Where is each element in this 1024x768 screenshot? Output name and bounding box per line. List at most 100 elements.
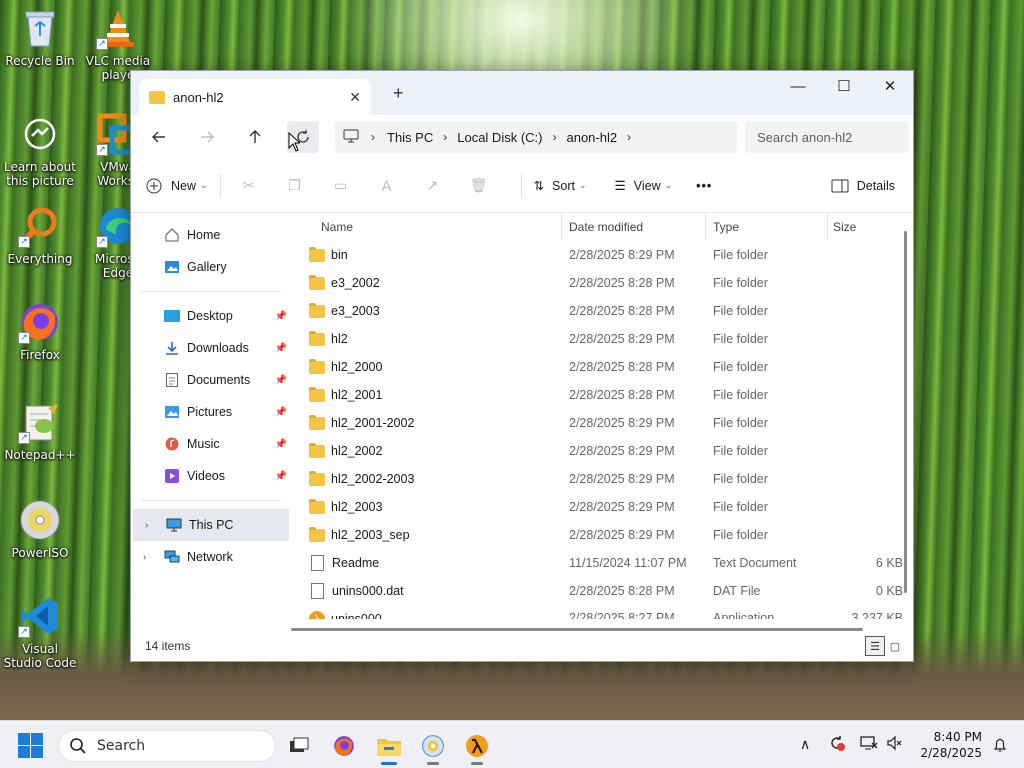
taskbar-half-life[interactable]	[460, 729, 494, 765]
copy-icon[interactable]: ❐	[279, 170, 311, 202]
tab-anon-hl2[interactable]: anon-hl2 ✕	[139, 79, 371, 115]
start-button[interactable]	[18, 733, 44, 759]
view-button[interactable]: ☰ View ⌄	[615, 170, 673, 202]
table-row[interactable]: hl2_2000 2/28/2025 8:28 PM File folder	[291, 353, 913, 381]
new-button[interactable]: New ⌄	[145, 170, 208, 202]
breadcrumb-anon-hl2[interactable]: anon-hl2	[566, 130, 617, 145]
taskbar-firefox[interactable]	[327, 729, 361, 763]
sidebar-item-network[interactable]: › Network	[131, 541, 291, 573]
column-divider[interactable]	[705, 213, 706, 241]
sidebar-item-this-pc[interactable]: › This PC	[133, 509, 289, 541]
file-date: 2/28/2025 8:27 PM	[569, 611, 675, 619]
delete-icon[interactable]: 🗑	[463, 170, 495, 202]
details-pane-button[interactable]: Details	[831, 170, 895, 202]
paste-icon[interactable]: ▭	[325, 170, 357, 202]
up-button[interactable]	[231, 121, 279, 153]
chevron-down-icon: ⌄	[578, 180, 587, 190]
sidebar-item-documents[interactable]: Documents 📌	[131, 364, 291, 396]
pin-icon[interactable]: 📌	[275, 343, 287, 354]
taskbar-file-explorer[interactable]	[372, 729, 406, 765]
desktop-icon-vscode[interactable]: ↗ Visual Studio Code	[2, 594, 78, 670]
breadcrumb-chevron-icon[interactable]: ›	[371, 130, 375, 144]
desktop-icon-poweriso[interactable]: PowerISO	[2, 498, 78, 560]
table-row[interactable]: unins000.dat 2/28/2025 8:28 PM DAT File …	[291, 577, 913, 605]
system-clock[interactable]: 8:40 PM 2/28/2025	[920, 729, 982, 761]
column-header-size[interactable]: Size	[833, 220, 856, 234]
table-row[interactable]: hl2_2002 2/28/2025 8:29 PM File folder	[291, 437, 913, 465]
desktop-icon-recycle-bin[interactable]: Recycle Bin	[2, 6, 78, 68]
volume-muted-icon[interactable]	[886, 735, 902, 755]
maximize-button[interactable]: ☐	[821, 71, 867, 101]
file-name: hl2_2000	[331, 360, 383, 374]
sync-alert-icon[interactable]	[828, 734, 846, 756]
more-options-button[interactable]: •••	[696, 170, 712, 202]
minimize-button[interactable]: —	[775, 71, 821, 101]
breadcrumb-local-disk[interactable]: Local Disk (C:)	[457, 130, 542, 145]
rename-icon[interactable]: Ａ	[371, 170, 403, 202]
music-icon	[163, 436, 181, 452]
chevron-up-icon[interactable]: ∧	[800, 737, 810, 753]
sidebar-item-home[interactable]: Home	[131, 219, 291, 251]
tab-close-icon[interactable]: ✕	[349, 89, 361, 106]
new-tab-button[interactable]: +	[393, 83, 404, 104]
sidebar-item-music[interactable]: Music 📌	[131, 428, 291, 460]
view-icon: ☰	[614, 179, 626, 193]
pin-icon[interactable]: 📌	[275, 471, 287, 482]
desktop-icon-firefox[interactable]: ↗ Firefox	[2, 300, 78, 362]
pin-icon[interactable]: 📌	[275, 375, 287, 386]
network-status-icon[interactable]	[860, 735, 878, 755]
vertical-scrollbar[interactable]	[904, 231, 907, 593]
details-view-icon[interactable]: ☰	[865, 636, 885, 656]
desktop-icon-learn-about-picture[interactable]: Learn about this picture	[2, 112, 78, 188]
back-button[interactable]	[135, 121, 183, 153]
sidebar-item-videos[interactable]: Videos 📌	[131, 460, 291, 492]
breadcrumb-chevron-icon[interactable]: ›	[627, 130, 631, 144]
share-icon[interactable]: ↗	[417, 170, 449, 202]
sidebar-item-label: Home	[187, 228, 221, 242]
sidebar-item-pictures[interactable]: Pictures 📌	[131, 396, 291, 428]
forward-button[interactable]	[183, 121, 231, 153]
column-header-type[interactable]: Type	[713, 220, 739, 234]
taskbar-poweriso[interactable]	[416, 729, 450, 765]
toolbar-divider	[219, 173, 221, 198]
table-row[interactable]: bin 2/28/2025 8:29 PM File folder	[291, 241, 913, 269]
sidebar-item-gallery[interactable]: Gallery	[131, 251, 291, 283]
desktop-icon-everything[interactable]: ↗ Everything	[2, 204, 78, 266]
sort-button[interactable]: ⇅ Sort ⌄	[534, 170, 587, 202]
address-bar[interactable]: › This PC › Local Disk (C:) › anon-hl2 ›	[335, 121, 737, 153]
pin-icon[interactable]: 📌	[275, 311, 287, 322]
taskbar-search[interactable]: Search	[58, 730, 276, 762]
table-row[interactable]: e3_2003 2/28/2025 8:28 PM File folder	[291, 297, 913, 325]
table-row[interactable]: hl2_2002-2003 2/28/2025 8:29 PM File fol…	[291, 465, 913, 493]
task-view-button[interactable]	[282, 729, 316, 763]
table-row[interactable]: hl2_2003 2/28/2025 8:29 PM File folder	[291, 493, 913, 521]
chevron-right-icon[interactable]: ›	[143, 552, 146, 563]
close-window-button[interactable]: ✕	[867, 71, 913, 101]
cut-icon[interactable]: ✂	[233, 170, 265, 202]
breadcrumb-chevron-icon[interactable]: ›	[552, 130, 556, 144]
pin-icon[interactable]: 📌	[275, 407, 287, 418]
column-divider[interactable]	[561, 213, 562, 241]
column-divider[interactable]	[827, 213, 828, 241]
table-row[interactable]: hl2_2001 2/28/2025 8:28 PM File folder	[291, 381, 913, 409]
notification-bell-icon[interactable]	[992, 737, 1008, 756]
sidebar-item-desktop[interactable]: Desktop 📌	[131, 300, 291, 332]
details-pane-icon	[831, 179, 849, 193]
tiles-view-icon[interactable]: ▢	[885, 636, 905, 656]
pin-icon[interactable]: 📌	[275, 439, 287, 450]
breadcrumb-chevron-icon[interactable]: ›	[443, 130, 447, 144]
table-row[interactable]: e3_2002 2/28/2025 8:28 PM File folder	[291, 269, 913, 297]
sidebar-item-downloads[interactable]: Downloads 📌	[131, 332, 291, 364]
file-size: 0 KB	[875, 584, 903, 598]
table-row[interactable]: hl2 2/28/2025 8:29 PM File folder	[291, 325, 913, 353]
column-header-date[interactable]: Date modified	[569, 220, 643, 234]
chevron-right-icon[interactable]: ›	[145, 520, 148, 531]
desktop-icon-notepadpp[interactable]: ↗ Notepad++	[2, 400, 78, 462]
search-input[interactable]: Search anon-hl2	[745, 121, 909, 153]
table-row[interactable]: λ unins000 2/28/2025 8:27 PM Application …	[291, 605, 913, 619]
table-row[interactable]: Readme 11/15/2024 11:07 PM Text Document…	[291, 549, 913, 577]
table-row[interactable]: hl2_2003_sep 2/28/2025 8:29 PM File fold…	[291, 521, 913, 549]
breadcrumb-this-pc[interactable]: This PC	[387, 130, 433, 145]
column-header-name[interactable]: Name	[321, 220, 353, 234]
table-row[interactable]: hl2_2001-2002 2/28/2025 8:29 PM File fol…	[291, 409, 913, 437]
